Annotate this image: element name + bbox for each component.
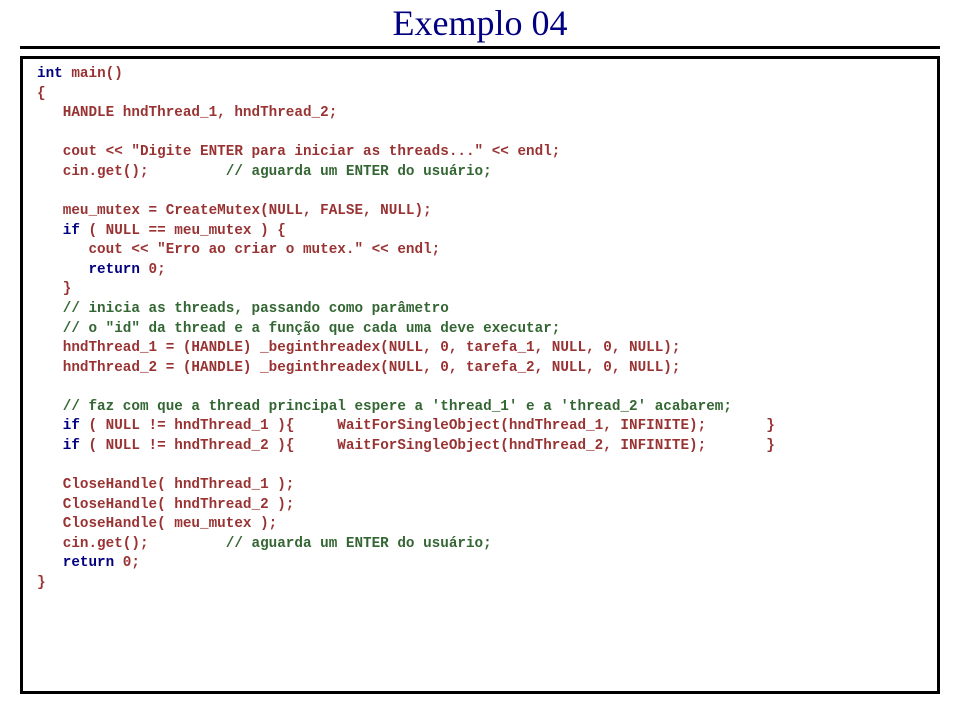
code-text: hndThread_1 = (HANDLE) _beginthreadex(NU… xyxy=(37,340,680,356)
code-text: hndThread_2 = (HANDLE) _beginthreadex(NU… xyxy=(37,360,680,376)
code-text: main() xyxy=(63,66,123,82)
code-text: cin.get(); xyxy=(37,536,226,552)
code-text: ( NULL == meu_mutex ) { xyxy=(80,223,286,239)
kw-if: if xyxy=(37,223,80,239)
code-text: } xyxy=(37,575,46,591)
kw-int: int xyxy=(37,66,63,82)
code-text: CloseHandle( hndThread_2 ); xyxy=(37,497,294,513)
code-text: meu_mutex = CreateMutex(NULL, FALSE, NUL… xyxy=(37,203,432,219)
slide-title: Exemplo 04 xyxy=(0,2,960,44)
title-rule xyxy=(20,46,940,49)
code-text: cout << "Digite ENTER para iniciar as th… xyxy=(37,144,560,160)
code-text: 0; xyxy=(114,555,140,571)
kw-if: if xyxy=(37,418,80,434)
code-text: cin.get(); xyxy=(37,164,226,180)
code-text: CloseHandle( hndThread_1 ); xyxy=(37,477,294,493)
code-text: HANDLE hndThread_1, hndThread_2; xyxy=(37,105,337,121)
kw-return: return xyxy=(37,262,140,278)
code-text: cout << "Erro ao criar o mutex." << endl… xyxy=(37,242,440,258)
code-text: ( NULL != hndThread_1 ){ WaitForSingleOb… xyxy=(80,418,775,434)
comment: // inicia as threads, passando como parâ… xyxy=(37,301,449,317)
code-text: { xyxy=(37,86,46,102)
kw-return: return xyxy=(37,555,114,571)
code-block: int main() { HANDLE hndThread_1, hndThre… xyxy=(37,65,923,594)
code-text: CloseHandle( meu_mutex ); xyxy=(37,516,277,532)
comment: // aguarda um ENTER do usuário; xyxy=(226,536,492,552)
comment: // aguarda um ENTER do usuário; xyxy=(226,164,492,180)
comment: // o "id" da thread e a função que cada … xyxy=(37,321,560,337)
kw-if: if xyxy=(37,438,80,454)
code-frame: int main() { HANDLE hndThread_1, hndThre… xyxy=(20,56,940,694)
code-text: } xyxy=(37,281,71,297)
comment: // faz com que a thread principal espere… xyxy=(37,399,732,415)
code-text: ( NULL != hndThread_2 ){ WaitForSingleOb… xyxy=(80,438,775,454)
code-text: 0; xyxy=(140,262,166,278)
